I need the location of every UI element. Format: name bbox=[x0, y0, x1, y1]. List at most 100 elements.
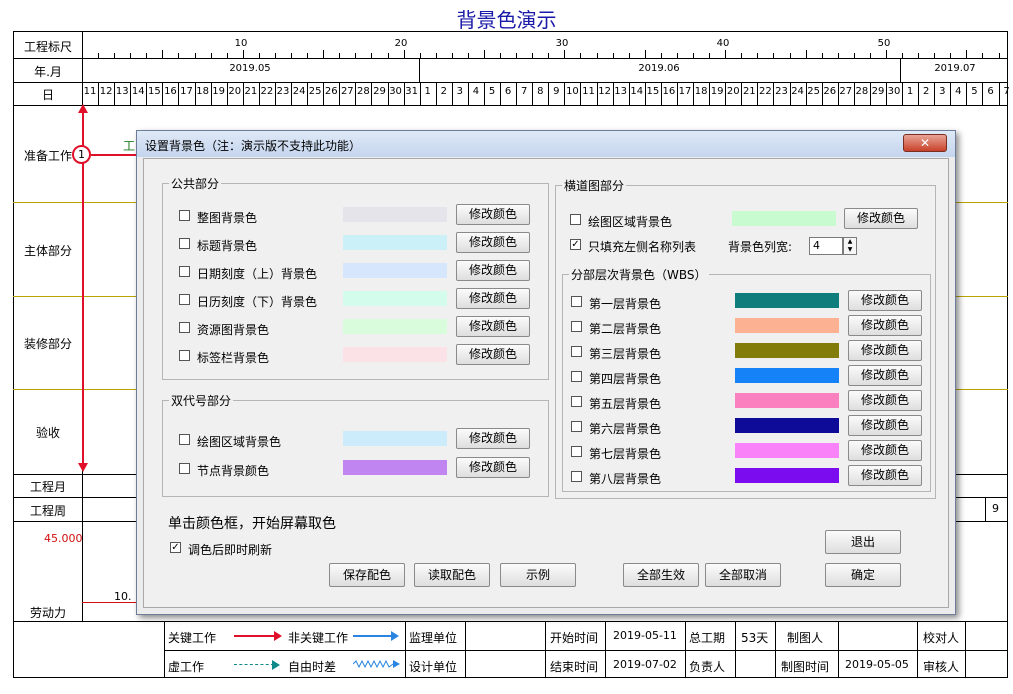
day-divider bbox=[886, 82, 887, 105]
ruler-tick bbox=[162, 50, 164, 58]
dual-item-checkbox[interactable] bbox=[179, 463, 190, 474]
wbs-item-swatch[interactable] bbox=[735, 418, 839, 433]
refresh-checkbox[interactable]: ✓ bbox=[170, 542, 181, 553]
public-item-checkbox[interactable] bbox=[179, 210, 190, 221]
dual-item-swatch[interactable] bbox=[343, 431, 447, 446]
ruler-tick bbox=[114, 53, 116, 58]
wbs-item-checkbox[interactable] bbox=[571, 396, 582, 407]
ruler-tick bbox=[693, 53, 695, 58]
ruler-tick bbox=[258, 53, 260, 58]
wbs-item-swatch[interactable] bbox=[735, 343, 839, 358]
public-item-checkbox[interactable] bbox=[179, 238, 190, 249]
day-divider bbox=[274, 82, 276, 105]
wbs-item-checkbox[interactable] bbox=[571, 346, 582, 357]
day-cell: 8 bbox=[537, 86, 544, 97]
public-item-swatch[interactable] bbox=[343, 235, 447, 250]
modify-color-button[interactable]: 修改颜色 bbox=[848, 290, 922, 311]
wbs-item-checkbox[interactable] bbox=[571, 446, 582, 457]
public-item-checkbox[interactable] bbox=[179, 322, 190, 333]
wbs-item-checkbox[interactable] bbox=[571, 471, 582, 482]
day-cell: 28 bbox=[357, 86, 370, 97]
scale-tick: 50 bbox=[877, 38, 891, 49]
apply-all-button[interactable]: 全部生效 bbox=[623, 563, 699, 587]
wbs-item-checkbox[interactable] bbox=[571, 296, 582, 307]
day-divider bbox=[628, 82, 630, 105]
modify-color-button[interactable]: 修改颜色 bbox=[844, 208, 918, 229]
day-divider bbox=[821, 82, 823, 105]
modify-color-button[interactable]: 修改颜色 bbox=[456, 232, 530, 253]
exit-button[interactable]: 退出 bbox=[825, 530, 901, 554]
ruler-tick bbox=[869, 53, 871, 58]
day-divider bbox=[869, 82, 871, 105]
public-item-checkbox[interactable] bbox=[179, 266, 190, 277]
col-width-input[interactable]: 4 bbox=[809, 237, 843, 255]
wbs-item-swatch[interactable] bbox=[735, 368, 839, 383]
draw-area-label: 绘图区域背景色 bbox=[588, 215, 673, 229]
public-item-checkbox[interactable] bbox=[179, 294, 190, 305]
dialog-titlebar[interactable]: 设置背景色（注：演示版不支持此功能） ✕ bbox=[137, 131, 955, 157]
draw-area-row: 绘图区域背景色 修改颜色 bbox=[570, 208, 930, 229]
modify-color-button[interactable]: 修改颜色 bbox=[456, 428, 530, 449]
modify-color-button[interactable]: 修改颜色 bbox=[848, 365, 922, 386]
wbs-item-checkbox[interactable] bbox=[571, 371, 582, 382]
draw-area-swatch[interactable] bbox=[732, 211, 836, 226]
modify-color-button[interactable]: 修改颜色 bbox=[456, 260, 530, 281]
modify-color-button[interactable]: 修改颜色 bbox=[848, 340, 922, 361]
dual-item-row: 绘图区域背景色 修改颜色 bbox=[179, 428, 539, 449]
col-width-spinner[interactable]: ▲ ▼ bbox=[843, 237, 857, 255]
month-label: 2019.05 bbox=[229, 63, 271, 74]
modify-color-button[interactable]: 修改颜色 bbox=[456, 288, 530, 309]
dual-item-checkbox[interactable] bbox=[179, 434, 190, 445]
modify-color-button[interactable]: 修改颜色 bbox=[848, 440, 922, 461]
ruler-tick bbox=[564, 50, 566, 58]
modify-color-button[interactable]: 修改颜色 bbox=[848, 465, 922, 486]
day-divider bbox=[773, 82, 775, 105]
public-item-row: 资源图背景色 修改颜色 bbox=[179, 316, 539, 337]
save-scheme-button[interactable]: 保存配色 bbox=[329, 563, 405, 587]
day-divider bbox=[516, 82, 518, 105]
modify-color-button[interactable]: 修改颜色 bbox=[848, 415, 922, 436]
day-cell: 18 bbox=[196, 86, 209, 97]
public-item-swatch[interactable] bbox=[343, 263, 447, 278]
public-item-checkbox[interactable] bbox=[179, 350, 190, 361]
draw-area-checkbox[interactable] bbox=[570, 214, 581, 225]
modify-color-button[interactable]: 修改颜色 bbox=[456, 344, 530, 365]
wbs-item-swatch[interactable] bbox=[735, 293, 839, 308]
ruler-tick bbox=[274, 53, 276, 58]
day-divider bbox=[98, 82, 100, 105]
day-cell: 5 bbox=[488, 86, 496, 97]
wbs-item-swatch[interactable] bbox=[735, 393, 839, 408]
ruler-tick bbox=[178, 53, 180, 58]
fill-left-checkbox[interactable]: ✓ bbox=[570, 239, 581, 250]
public-item-swatch[interactable] bbox=[343, 347, 447, 362]
example-button[interactable]: 示例 bbox=[500, 563, 576, 587]
modify-color-button[interactable]: 修改颜色 bbox=[456, 316, 530, 337]
network-node[interactable]: 1 bbox=[72, 145, 91, 164]
total-duration-value: 53天 bbox=[741, 631, 769, 645]
modify-color-button[interactable]: 修改颜色 bbox=[456, 457, 530, 478]
day-cell: 6 bbox=[504, 86, 512, 97]
load-scheme-button[interactable]: 读取配色 bbox=[414, 563, 490, 587]
day-divider bbox=[548, 82, 550, 105]
ruler-tick bbox=[371, 53, 373, 58]
wbs-item-checkbox[interactable] bbox=[571, 321, 582, 332]
footer-divider bbox=[685, 621, 686, 678]
month-label: 2019.07 bbox=[934, 63, 976, 74]
public-item-swatch[interactable] bbox=[343, 207, 447, 222]
public-item-swatch[interactable] bbox=[343, 291, 447, 306]
ok-button[interactable]: 确定 bbox=[825, 563, 901, 587]
wbs-item-swatch[interactable] bbox=[735, 468, 839, 483]
public-item-swatch[interactable] bbox=[343, 319, 447, 334]
wbs-item-row: 第八层背景色 修改颜色 bbox=[571, 465, 931, 486]
wbs-item-checkbox[interactable] bbox=[571, 421, 582, 432]
ruler-tick bbox=[387, 53, 389, 58]
day-cell: 2 bbox=[923, 86, 930, 97]
cancel-all-button[interactable]: 全部取消 bbox=[705, 563, 781, 587]
modify-color-button[interactable]: 修改颜色 bbox=[848, 315, 922, 336]
modify-color-button[interactable]: 修改颜色 bbox=[848, 390, 922, 411]
close-button[interactable]: ✕ bbox=[903, 134, 947, 152]
modify-color-button[interactable]: 修改颜色 bbox=[456, 204, 530, 225]
wbs-item-swatch[interactable] bbox=[735, 318, 839, 333]
dual-item-swatch[interactable] bbox=[343, 460, 447, 475]
wbs-item-swatch[interactable] bbox=[735, 443, 839, 458]
